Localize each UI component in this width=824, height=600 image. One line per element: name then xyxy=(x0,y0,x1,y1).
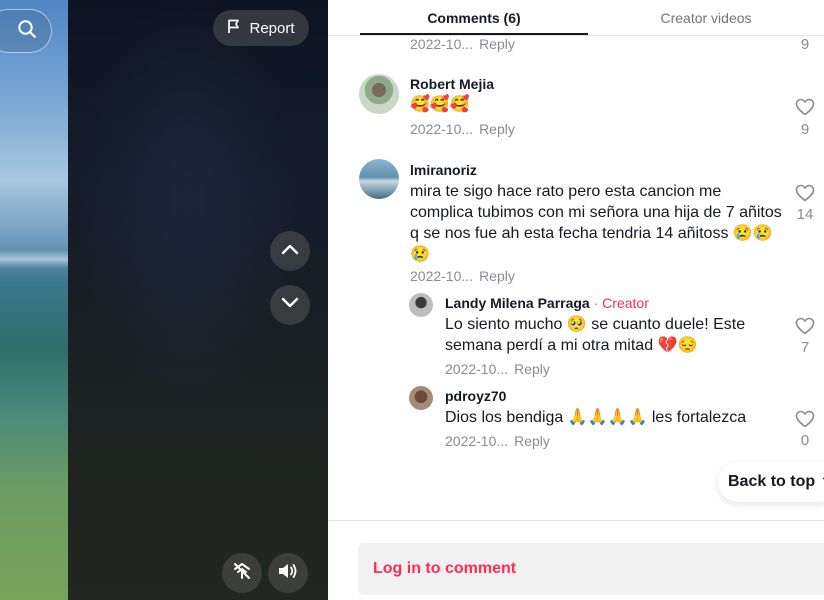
flag-icon xyxy=(227,19,241,38)
heart-icon[interactable] xyxy=(795,317,815,335)
login-to-comment-button[interactable]: Log in to comment xyxy=(358,543,824,595)
like-count: 9 xyxy=(800,121,810,138)
next-video-button[interactable] xyxy=(270,285,310,325)
comment-meta: 2022-10... Reply xyxy=(410,121,515,137)
back-to-top-label: Back to top xyxy=(728,473,816,490)
volume-button[interactable] xyxy=(268,553,308,593)
avatar[interactable] xyxy=(359,159,399,199)
comment-text: 🥰🥰🥰 xyxy=(410,96,470,113)
login-prompt: Log in to comment xyxy=(373,560,517,577)
tab-comments[interactable]: Comments (6) xyxy=(360,0,588,36)
report-label: Report xyxy=(249,19,295,37)
reply-username-line: Landy Milena Parraga · Creator xyxy=(445,295,649,311)
previous-video-button[interactable] xyxy=(270,231,310,271)
reply-date: 2022-10... xyxy=(445,361,509,377)
comment-list[interactable]: 2022-10... Reply 9 Robert Mejia 🥰🥰🥰 2022-… xyxy=(328,36,824,520)
mini-player-icon xyxy=(232,561,252,586)
comment-date: 2022-10... xyxy=(410,268,474,284)
reply-button[interactable]: Reply xyxy=(479,121,515,137)
report-button[interactable]: Report xyxy=(213,10,309,46)
comment-date: 2022-10... xyxy=(410,36,474,52)
comment-username[interactable]: lmiranoriz xyxy=(410,162,477,178)
comment-input-bar: Log in to comment xyxy=(328,520,824,600)
mini-player-button[interactable] xyxy=(222,553,262,593)
heart-icon[interactable] xyxy=(795,410,815,428)
reply-date: 2022-10... xyxy=(445,433,509,449)
reply-button[interactable]: Reply xyxy=(479,36,515,52)
avatar[interactable] xyxy=(409,293,433,317)
comment-meta: 2022-10... Reply xyxy=(410,268,515,284)
reply-username[interactable]: pdroyz70 xyxy=(445,388,506,404)
video-player[interactable]: Report xyxy=(0,0,328,600)
reply-button[interactable]: Reply xyxy=(479,268,515,284)
like-count: 0 xyxy=(800,432,810,449)
reply-meta: 2022-10... Reply xyxy=(445,433,550,449)
volume-icon xyxy=(277,562,299,585)
like-count: 14 xyxy=(796,206,814,223)
avatar[interactable] xyxy=(359,74,399,114)
tab-bar: Comments (6) Creator videos xyxy=(328,0,824,36)
like-count: 9 xyxy=(800,36,810,53)
comment-username[interactable]: Robert Mejia xyxy=(410,76,494,92)
reply-button[interactable]: Reply xyxy=(514,433,550,449)
separator-dot: · xyxy=(593,295,599,311)
search-button[interactable] xyxy=(0,9,52,53)
comment-text: mira te sigo hace rato pero esta cancion… xyxy=(410,183,782,263)
chevron-up-icon xyxy=(281,242,299,260)
reply-meta: 2022-10... Reply xyxy=(445,361,550,377)
reply-text: Dios los bendiga 🙏🙏🙏🙏 les fortalezca xyxy=(445,409,747,426)
chevron-down-icon xyxy=(281,296,299,314)
reply-username[interactable]: Landy Milena Parraga xyxy=(445,295,590,311)
creator-badge: Creator xyxy=(602,295,649,311)
video-frame[interactable] xyxy=(0,0,68,600)
reply-button[interactable]: Reply xyxy=(514,361,550,377)
active-tab-indicator xyxy=(360,33,588,35)
comments-panel: Comments (6) Creator videos 2022-10... Re… xyxy=(328,0,824,600)
like-count: 7 xyxy=(800,339,810,356)
comment-meta: 2022-10... Reply xyxy=(410,36,515,52)
heart-icon[interactable] xyxy=(795,98,815,116)
reply-text: Lo siento mucho 🥺 se cuanto duele! Este … xyxy=(445,316,746,354)
heart-icon[interactable] xyxy=(795,184,815,202)
back-to-top-button[interactable]: Back to top xyxy=(718,462,824,502)
search-icon xyxy=(17,19,37,44)
tab-creator-videos[interactable]: Creator videos xyxy=(588,0,824,36)
comment-date: 2022-10... xyxy=(410,121,474,137)
avatar[interactable] xyxy=(409,386,433,410)
